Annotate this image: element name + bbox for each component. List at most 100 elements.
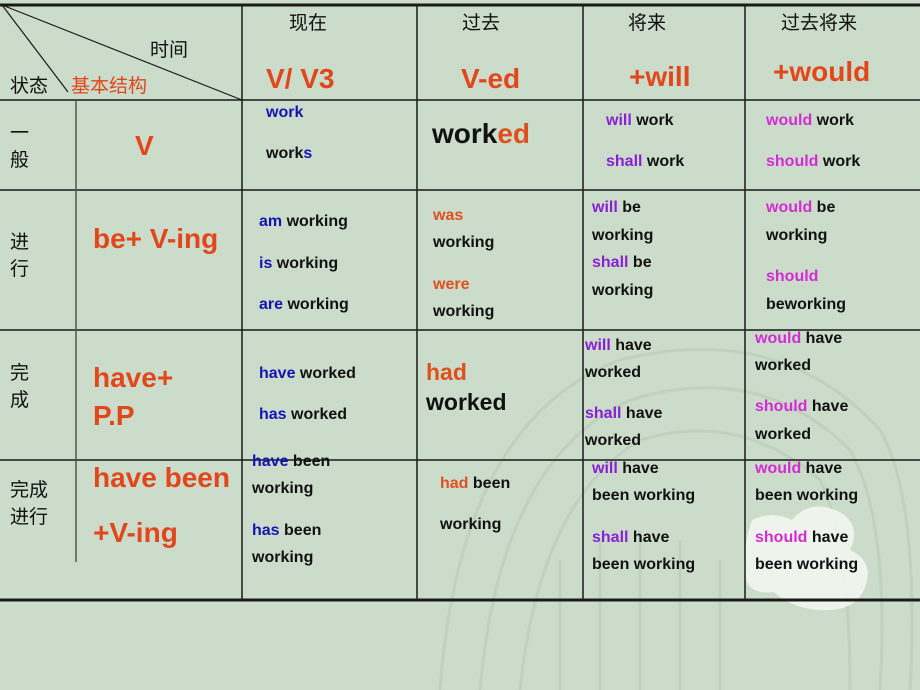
row-state-perfect-progressive: 完成进行 — [10, 479, 49, 528]
column-form-future-past: +would — [773, 56, 871, 87]
example-segment: be — [617, 199, 641, 216]
example-segment: been working — [592, 556, 696, 573]
example-line: has been — [252, 522, 321, 540]
example-line: would work — [766, 112, 854, 130]
example-segment: will — [606, 112, 632, 129]
example-line: should have — [755, 398, 848, 416]
example-segment: shall — [592, 529, 629, 546]
example-segment: working — [272, 255, 339, 272]
example-segment: have — [801, 460, 843, 477]
example-segment: working — [433, 303, 495, 320]
example-segment: s — [303, 145, 313, 162]
example-segment: had — [426, 359, 467, 385]
example-segment: would — [755, 460, 802, 477]
example-segment: is — [259, 255, 273, 272]
structure-perfect-progressive-line1: have been — [93, 462, 230, 493]
example-segment: has — [252, 522, 280, 539]
example-line: shall have — [585, 405, 662, 423]
example-line: will have — [592, 460, 659, 478]
structure-progressive: be+ V-ing — [93, 223, 219, 254]
structure-axis-label: 基本结构 — [71, 75, 148, 97]
example-segment: should — [755, 529, 808, 546]
example-segment: been — [468, 475, 511, 492]
example-line: should work — [766, 153, 860, 171]
state-axis-label: 状态 — [10, 75, 49, 97]
example-line: shall be — [592, 254, 652, 272]
example-segment: work — [631, 112, 674, 129]
example-line: working — [252, 549, 313, 567]
example-segment: work — [818, 153, 861, 170]
example-segment: worked — [755, 426, 812, 443]
example-segment: working — [252, 549, 314, 566]
example-segment: working — [440, 516, 502, 533]
example-segment: are — [259, 296, 284, 313]
example-line: work — [266, 104, 303, 122]
example-segment: work — [812, 112, 855, 129]
example-segment: ed — [497, 118, 531, 149]
example-segment: worked — [295, 365, 356, 382]
column-header-past: 过去 — [462, 12, 501, 34]
example-segment: would — [755, 330, 802, 347]
example-segment: been working — [755, 487, 859, 504]
example-segment: have — [807, 398, 849, 415]
example-segment: working — [252, 480, 314, 497]
example-line: am working — [259, 213, 348, 231]
example-segment: working — [592, 282, 654, 299]
row-state-simple: 一般 — [10, 122, 30, 171]
example-segment: should — [766, 268, 819, 285]
example-line: works — [266, 145, 312, 163]
example-line: been working — [592, 556, 695, 574]
example-line: worked — [426, 389, 507, 416]
example-line: has worked — [259, 406, 347, 424]
example-line: been working — [592, 487, 695, 505]
example-line: are working — [259, 296, 349, 314]
example-segment: have — [807, 529, 849, 546]
example-line: working — [766, 227, 827, 245]
example-line: working — [440, 516, 501, 534]
example-segment: have — [617, 460, 659, 477]
example-segment: would — [766, 112, 813, 129]
example-segment: have — [621, 405, 663, 422]
example-line: were — [433, 276, 469, 294]
example-line: working — [592, 282, 653, 300]
example-line: working — [592, 227, 653, 245]
row-state-perfect: 完成 — [10, 362, 30, 411]
example-line: working — [433, 303, 494, 321]
example-segment: would — [766, 199, 813, 216]
example-line: had — [426, 359, 467, 386]
example-segment: work — [266, 104, 304, 121]
time-axis-label: 时间 — [150, 39, 189, 61]
example-segment: working — [592, 227, 654, 244]
example-segment: shall — [592, 254, 629, 271]
example-segment: work — [642, 153, 685, 170]
example-segment: be — [628, 254, 652, 271]
example-segment: working — [282, 213, 348, 230]
example-line: shall work — [606, 153, 684, 171]
example-line: will be — [592, 199, 641, 217]
example-segment: have — [628, 529, 670, 546]
example-segment: has — [259, 406, 287, 423]
example-segment: work — [432, 118, 498, 149]
example-segment: had — [440, 475, 469, 492]
example-line: will have — [585, 337, 652, 355]
example-segment: will — [585, 337, 611, 354]
example-segment: have — [610, 337, 652, 354]
example-segment: work — [266, 145, 304, 162]
column-form-past: V-ed — [461, 63, 521, 94]
example-segment: am — [259, 213, 283, 230]
example-segment: have — [801, 330, 843, 347]
example-line: was — [433, 207, 463, 225]
example-segment: working — [283, 296, 349, 313]
column-form-future: +will — [629, 61, 691, 92]
example-line: would have — [755, 460, 842, 478]
example-line: worked — [432, 118, 530, 150]
example-line: worked — [755, 426, 811, 444]
column-header-present: 现在 — [289, 12, 328, 34]
example-segment: shall — [606, 153, 643, 170]
example-line: working — [433, 234, 494, 252]
example-line: worked — [585, 364, 641, 382]
example-segment: worked — [755, 357, 812, 374]
example-segment: been working — [755, 556, 859, 573]
example-line: would be — [766, 199, 835, 217]
example-segment: worked — [585, 432, 642, 449]
